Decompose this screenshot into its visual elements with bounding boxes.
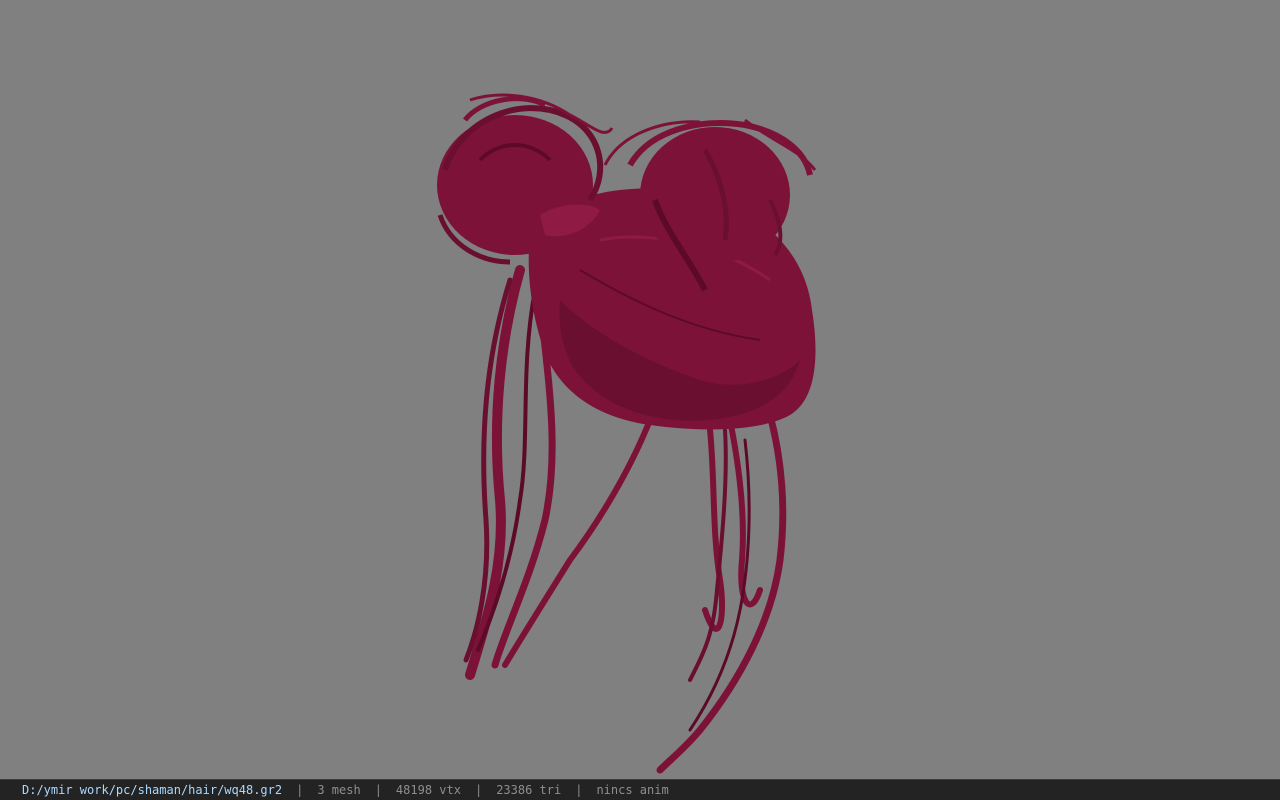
separator: | — [296, 783, 304, 797]
separator: | — [575, 783, 583, 797]
3d-viewport[interactable] — [0, 0, 1280, 779]
hair-mesh-icon — [437, 93, 817, 774]
file-path: D:/ymir work/pc/shaman/hair/wq48.gr2 — [22, 783, 283, 797]
status-bar: D:/ymir work/pc/shaman/hair/wq48.gr2 | 3… — [0, 779, 1280, 800]
mesh-count: 3 mesh — [317, 783, 361, 797]
triangle-count: 23386 tri — [496, 783, 562, 797]
hair-model-render[interactable] — [0, 0, 1280, 779]
animation-status: nincs anim — [596, 783, 669, 797]
vertex-count: 48198 vtx — [395, 783, 461, 797]
separator: | — [474, 783, 483, 797]
separator: | — [374, 783, 382, 797]
